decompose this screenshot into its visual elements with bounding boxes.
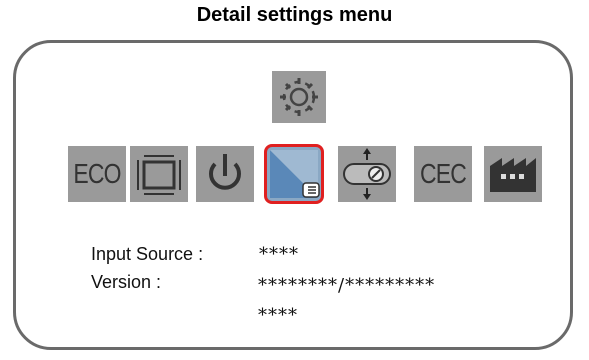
screen-size-icon[interactable] <box>130 146 188 202</box>
version-label: Version : <box>91 272 162 292</box>
page-title: Detail settings menu <box>196 4 393 26</box>
eco-icon[interactable]: ECO <box>68 146 126 202</box>
eco-label: ECO <box>73 158 121 189</box>
power-icon[interactable] <box>196 146 254 202</box>
signal-adjust-icon[interactable] <box>338 146 396 202</box>
version-value-line2: **** <box>258 305 298 326</box>
input-source-label: Input Source : <box>91 244 204 264</box>
cec-label: CEC <box>419 158 467 189</box>
version-value-line1: ********/********* <box>258 275 436 296</box>
gear-icon[interactable] <box>272 71 326 123</box>
cec-icon[interactable]: CEC <box>414 146 472 202</box>
factory-icon[interactable] <box>484 146 542 202</box>
detail-settings-icon[interactable] <box>264 144 324 204</box>
input-source-value: **** <box>259 244 299 265</box>
